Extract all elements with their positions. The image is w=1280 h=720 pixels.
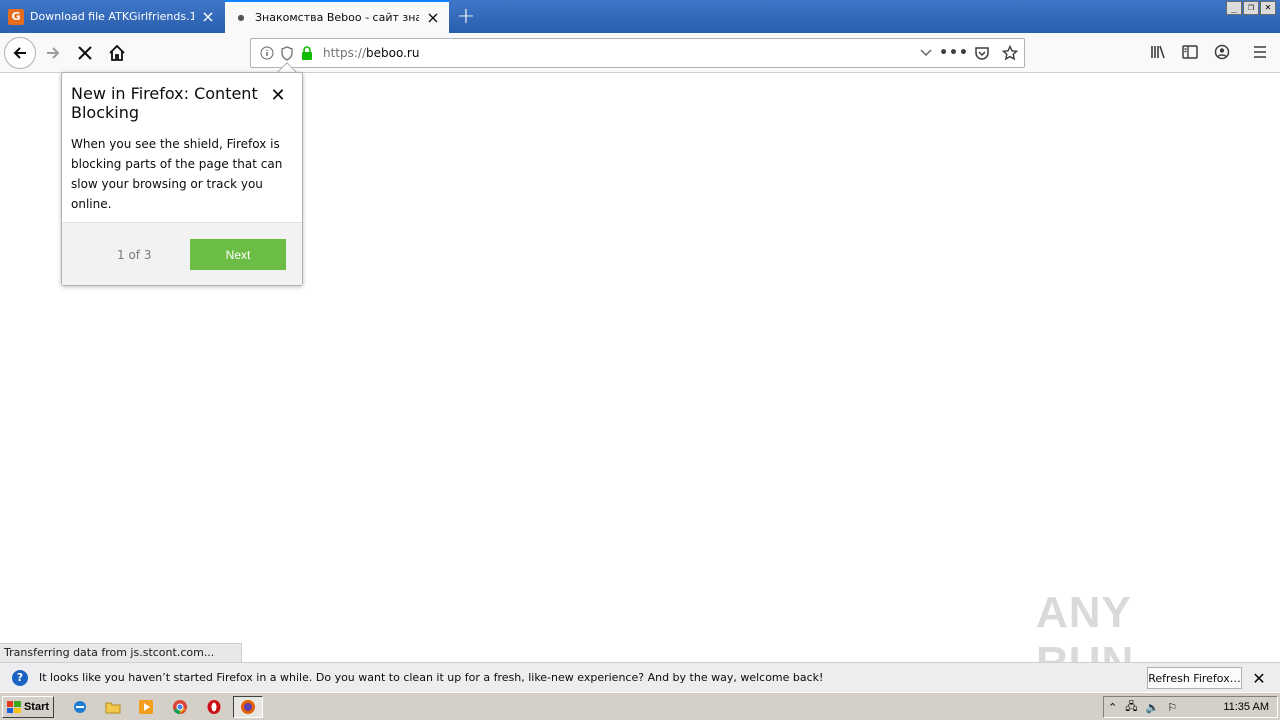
start-button[interactable]: Start bbox=[2, 696, 54, 718]
page-actions-menu-icon[interactable]: ••• bbox=[939, 39, 968, 67]
tab-title: Знакомства Beboo - сайт знаком bbox=[255, 11, 419, 24]
refresh-firefox-button[interactable]: Refresh Firefox… bbox=[1147, 667, 1242, 689]
taskbar: Start ⌃ 🖧 🔈 ⚐ 11:35 AM bbox=[0, 692, 1280, 720]
url-text[interactable]: https://beboo.ru bbox=[323, 46, 912, 60]
url-bar[interactable]: https://beboo.ru ••• bbox=[250, 38, 1025, 68]
popup-step-counter: 1 of 3 bbox=[117, 248, 152, 262]
popup-title: New in Firefox: Content Blocking bbox=[71, 84, 258, 122]
arrow-right-icon bbox=[47, 47, 60, 59]
start-label: Start bbox=[23, 701, 50, 713]
opera-icon[interactable] bbox=[203, 697, 225, 717]
forward-button[interactable] bbox=[37, 37, 69, 69]
new-tab-button[interactable]: + bbox=[452, 0, 480, 33]
internet-explorer-icon[interactable] bbox=[69, 697, 91, 717]
tray-chevron-up-icon[interactable]: ⌃ bbox=[1108, 701, 1117, 714]
tab-strip: G Download file ATKGirlfriends.19.1 × ● … bbox=[0, 0, 1280, 33]
minimize-button[interactable]: _ bbox=[1226, 1, 1242, 15]
notification-close-icon[interactable]: ✕ bbox=[1250, 669, 1268, 688]
toolbar-right bbox=[1144, 38, 1274, 66]
plus-icon: + bbox=[456, 4, 476, 29]
tab-close-icon[interactable]: × bbox=[200, 8, 216, 25]
tab-close-icon[interactable]: × bbox=[425, 9, 441, 26]
tab-beboo[interactable]: ● Знакомства Beboo - сайт знаком × bbox=[225, 0, 449, 33]
loading-dot-icon: ● bbox=[237, 13, 245, 22]
volume-icon[interactable]: 🔈 bbox=[1145, 701, 1159, 714]
tab-download-file[interactable]: G Download file ATKGirlfriends.19.1 × bbox=[0, 0, 224, 33]
bookmark-star-icon[interactable] bbox=[996, 39, 1024, 67]
question-icon: ? bbox=[12, 669, 28, 686]
anyrun-watermark: ANY RUN bbox=[1036, 588, 1133, 687]
popup-body: When you see the shield, Firefox is bloc… bbox=[71, 137, 283, 211]
pocket-icon[interactable] bbox=[968, 39, 996, 67]
back-button[interactable] bbox=[4, 37, 36, 69]
home-button[interactable] bbox=[101, 37, 133, 69]
content-blocking-popup: New in Firefox: Content Blocking ✕ When … bbox=[61, 72, 303, 286]
url-host: beboo.ru bbox=[366, 46, 420, 60]
chevron-down-icon[interactable] bbox=[912, 39, 940, 67]
hamburger-menu-icon[interactable] bbox=[1246, 38, 1274, 66]
action-center-flag-icon[interactable]: ⚐ bbox=[1167, 701, 1177, 714]
restore-button[interactable]: ❐ bbox=[1243, 1, 1259, 15]
lock-icon[interactable] bbox=[297, 43, 317, 63]
tab-title: Download file ATKGirlfriends.19.1 bbox=[30, 10, 194, 23]
info-icon[interactable] bbox=[257, 43, 277, 63]
firefox-taskbar-icon[interactable] bbox=[233, 696, 263, 718]
download-site-favicon-icon: G bbox=[8, 8, 24, 25]
windows-logo-icon bbox=[6, 701, 21, 713]
network-icon[interactable]: 🖧 bbox=[1125, 698, 1137, 717]
system-tray: ⌃ 🖧 🔈 ⚐ 11:35 AM bbox=[1103, 696, 1278, 718]
next-button[interactable]: Next bbox=[190, 239, 286, 270]
file-explorer-icon[interactable] bbox=[102, 697, 124, 717]
stop-x-icon bbox=[78, 46, 92, 60]
close-window-button[interactable]: ✕ bbox=[1260, 1, 1276, 15]
notification-text: It looks like you haven’t started Firefo… bbox=[39, 671, 824, 684]
media-player-icon[interactable] bbox=[135, 697, 157, 717]
status-text: Transferring data from js.stcont.com... bbox=[0, 643, 242, 662]
window-controls: _ ❐ ✕ bbox=[1226, 1, 1276, 15]
notification-bar: ? It looks like you haven’t started Fire… bbox=[0, 662, 1280, 692]
popup-footer: 1 of 3 Next bbox=[62, 222, 302, 285]
home-icon bbox=[109, 44, 125, 61]
account-icon[interactable] bbox=[1208, 38, 1236, 66]
chrome-icon[interactable] bbox=[169, 697, 191, 717]
popup-close-icon[interactable]: ✕ bbox=[268, 85, 288, 106]
url-protocol: https:// bbox=[323, 46, 367, 60]
stop-button[interactable] bbox=[69, 37, 101, 69]
sidebar-icon[interactable] bbox=[1176, 38, 1204, 66]
arrow-left-icon bbox=[13, 47, 26, 59]
library-icon[interactable] bbox=[1144, 38, 1172, 66]
clock[interactable]: 11:35 AM bbox=[1223, 701, 1269, 713]
navigation-bar: https://beboo.ru ••• bbox=[0, 33, 1280, 73]
shield-icon[interactable] bbox=[277, 43, 297, 63]
